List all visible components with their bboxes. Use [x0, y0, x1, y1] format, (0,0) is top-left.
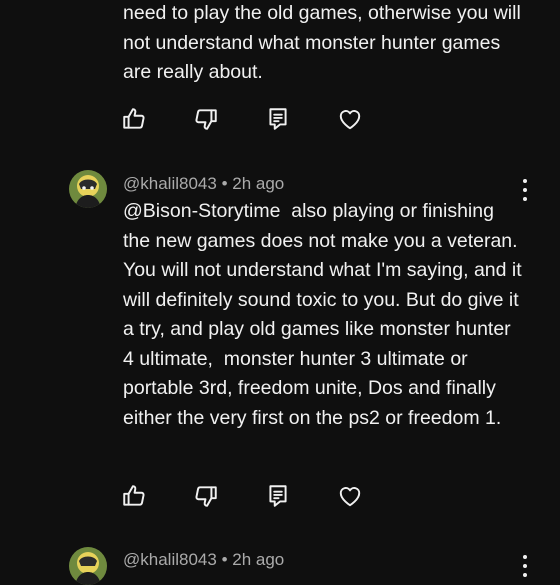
comment-time: 2h ago — [232, 174, 285, 193]
kebab-dot — [523, 564, 527, 568]
comment-text: need to play the old games, otherwise yo… — [123, 2, 527, 83]
comment-meta: @khalil8043 • 2h ago — [123, 174, 284, 194]
thumbs-down-icon — [195, 486, 217, 507]
reply-button[interactable] — [264, 482, 292, 510]
kebab-dot — [523, 188, 527, 192]
heart-icon — [339, 110, 361, 130]
avatar-image — [69, 547, 107, 585]
like-button[interactable] — [120, 482, 148, 510]
dislike-button[interactable] — [192, 105, 220, 133]
heart-button[interactable] — [336, 105, 364, 133]
like-button[interactable] — [120, 105, 148, 133]
dislike-button[interactable] — [192, 482, 220, 510]
reply-button[interactable] — [264, 105, 292, 133]
meta-separator: • — [221, 174, 228, 193]
comment-actions — [120, 103, 408, 135]
more-vertical-icon — [523, 179, 527, 183]
comment-text: @Bison-Storytime also playing or finishi… — [123, 200, 529, 429]
heart-icon — [339, 487, 361, 507]
reply-comment-icon — [269, 108, 287, 130]
thumbs-down-icon — [195, 109, 217, 130]
thumbs-up-icon — [123, 485, 145, 506]
comment-meta: @khalil8043 • 2h ago — [123, 550, 284, 570]
avatar-image — [69, 170, 107, 208]
more-vertical-icon — [523, 555, 527, 559]
thumbs-up-icon — [123, 108, 145, 129]
kebab-dot — [523, 573, 527, 577]
reply-comment-icon — [269, 485, 287, 507]
comment-actions — [120, 480, 408, 512]
comment-author[interactable]: @khalil8043 — [123, 174, 217, 193]
more-options-button[interactable] — [516, 553, 534, 579]
heart-button[interactable] — [336, 482, 364, 510]
kebab-dot — [523, 197, 527, 201]
avatar[interactable] — [69, 547, 107, 585]
avatar[interactable] — [69, 170, 107, 208]
